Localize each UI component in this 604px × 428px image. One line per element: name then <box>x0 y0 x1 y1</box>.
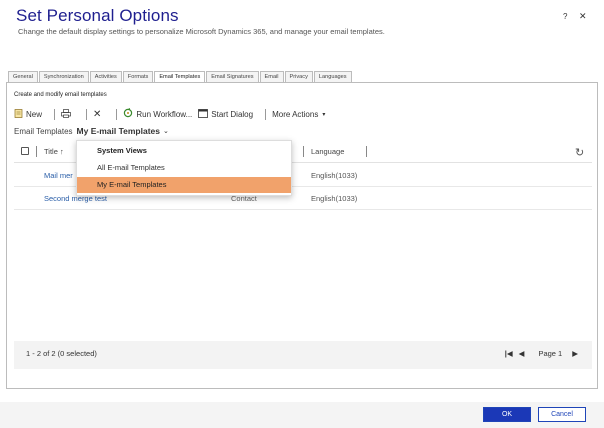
column-divider <box>36 146 37 157</box>
start-dialog-button[interactable]: Start Dialog <box>198 108 254 120</box>
column-language-header[interactable]: Language <box>311 141 344 163</box>
cancel-button[interactable]: Cancel <box>538 407 586 422</box>
section-title: Create and modify email templates <box>14 92 107 98</box>
record-count: 1 - 2 of 2 (0 selected) <box>26 349 97 358</box>
template-title-link[interactable]: Mail mer <box>44 164 73 187</box>
workflow-icon <box>123 108 133 120</box>
more-actions-button[interactable]: More Actions ▾ <box>272 110 325 119</box>
chevron-down-icon[interactable]: ⌄ <box>163 127 169 135</box>
template-language: English(1033) <box>311 194 358 203</box>
toolbar-divider <box>54 108 56 120</box>
tab-privacy[interactable]: Privacy <box>284 71 313 82</box>
pager: |◀ ◀ Page 1 ▶ <box>499 341 578 367</box>
ok-button[interactable]: OK <box>483 407 531 422</box>
tab-email-templates[interactable]: Email Templates <box>154 71 206 82</box>
view-option-my-templates[interactable]: My E-mail Templates <box>77 177 291 193</box>
view-option-all-templates[interactable]: All E-mail Templates <box>77 160 291 176</box>
page-number: Page 1 <box>538 349 563 358</box>
caret-down-icon: ▾ <box>322 111 326 118</box>
command-bar: New ✕ Run Workflow... Start Dialog More … <box>14 108 331 120</box>
options-tabs: General Synchronization Activities Forma… <box>8 71 353 82</box>
view-selector-dropdown[interactable]: My E-mail Templates <box>77 126 160 136</box>
dialog-subtitle: Change the default display settings to p… <box>18 27 385 36</box>
dialog-title: Set Personal Options <box>16 6 179 25</box>
new-document-icon <box>14 108 23 120</box>
dialog-icon <box>198 108 209 120</box>
view-selector: Email Templates My E-mail Templates ⌄ <box>14 126 169 136</box>
view-dropdown-menu: System Views All E-mail Templates My E-m… <box>76 140 292 196</box>
next-page-icon[interactable]: ▶ <box>572 341 578 367</box>
toolbar-divider <box>116 108 118 120</box>
delete-x-icon: ✕ <box>93 108 102 120</box>
toolbar-divider <box>86 108 88 120</box>
tab-general[interactable]: General <box>8 71 38 82</box>
tab-synchronization[interactable]: Synchronization <box>38 71 89 82</box>
column-title-header[interactable]: Title ↑ <box>44 141 64 163</box>
new-button[interactable]: New <box>14 108 43 120</box>
first-page-icon[interactable]: |◀ <box>505 341 513 367</box>
select-all-checkbox[interactable] <box>21 147 29 155</box>
run-workflow-label: Run Workflow... <box>136 109 193 119</box>
toolbar-divider <box>265 108 267 120</box>
dropdown-section-header: System Views <box>97 146 147 155</box>
tab-email[interactable]: Email <box>259 71 284 82</box>
tab-formats[interactable]: Formats <box>122 71 154 82</box>
print-button[interactable] <box>61 108 74 120</box>
column-divider <box>303 146 304 157</box>
more-actions-label: More Actions <box>272 109 319 119</box>
run-workflow-button[interactable]: Run Workflow... <box>123 108 192 120</box>
delete-button[interactable]: ✕ <box>93 109 104 120</box>
printer-icon <box>61 108 71 120</box>
help-icon[interactable]: ? <box>563 12 567 21</box>
close-icon[interactable]: ✕ <box>579 11 587 22</box>
tab-email-signatures[interactable]: Email Signatures <box>206 71 259 82</box>
previous-page-icon[interactable]: ◀ <box>519 341 525 367</box>
column-divider <box>366 146 367 157</box>
template-language: English(1033) <box>311 171 358 180</box>
grid-footer: 1 - 2 of 2 (0 selected) |◀ ◀ Page 1 ▶ <box>14 341 592 369</box>
view-selector-label: Email Templates <box>14 126 73 136</box>
start-dialog-label: Start Dialog <box>211 109 254 119</box>
refresh-icon[interactable]: ↻ <box>575 146 584 159</box>
tab-activities[interactable]: Activities <box>89 71 122 82</box>
new-button-label: New <box>26 109 43 119</box>
tab-languages[interactable]: Languages <box>313 71 352 82</box>
